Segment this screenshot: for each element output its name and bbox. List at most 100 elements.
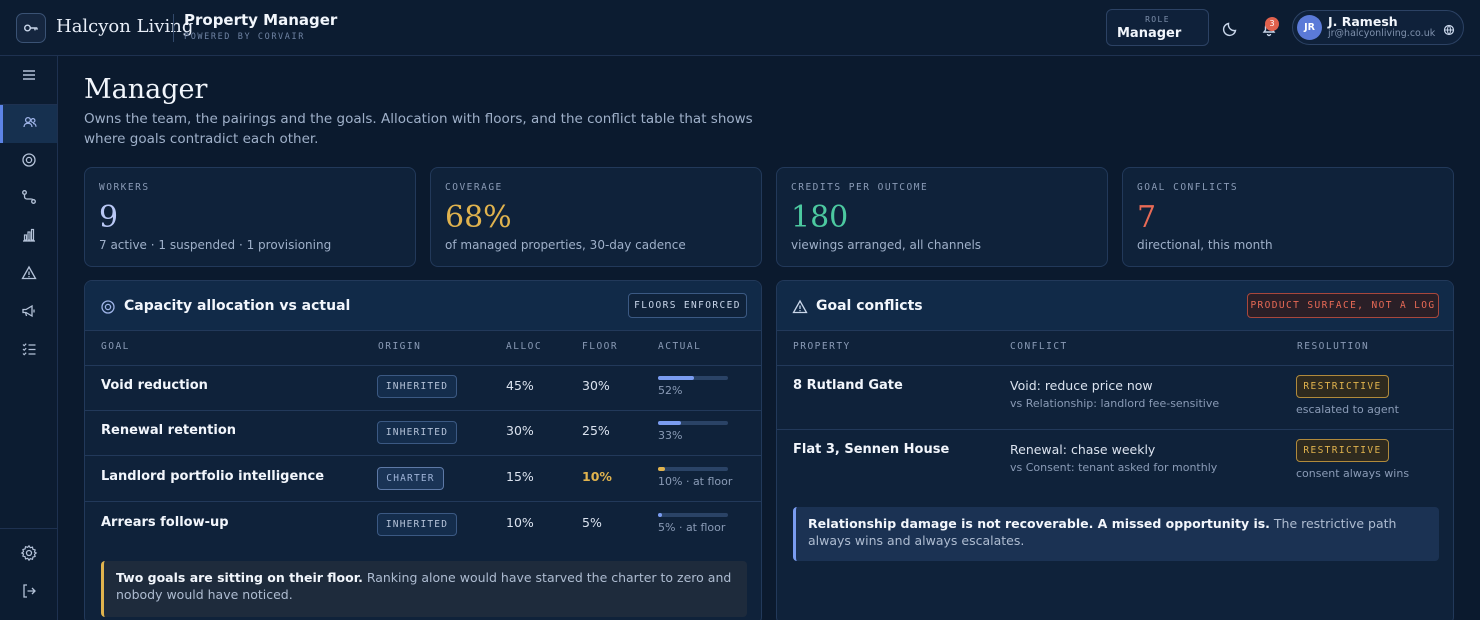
moon-icon[interactable] (1221, 18, 1241, 38)
alloc-value: 45% (506, 378, 534, 393)
floors-enforced-badge: FLOORS ENFORCED (628, 293, 747, 318)
stat-value: 180 (791, 200, 849, 235)
alloc-value: 10% (506, 515, 534, 530)
stat-note: viewings arranged, all channels (791, 238, 982, 252)
stat-value: 9 (99, 200, 119, 235)
sidebar-divider (0, 528, 57, 529)
stat-card-coverage: COVERAGE 68% of managed properties, 30-d… (430, 167, 762, 267)
property-name: 8 Rutland Gate (793, 378, 903, 393)
actual-bar-fill (658, 467, 665, 471)
col-resolution: RESOLUTION (1297, 341, 1370, 352)
stat-label: GOAL CONFLICTS (1137, 182, 1239, 193)
role-selector[interactable]: ROLE Manager (1106, 9, 1209, 46)
sidebar-item-settings[interactable] (0, 536, 57, 574)
origin-chip: CHARTER (377, 467, 444, 490)
col-alloc: ALLOC (506, 341, 543, 352)
key-icon[interactable] (16, 13, 46, 43)
panel-header: Goal conflicts PRODUCT SURFACE, NOT A LO… (777, 281, 1453, 331)
sidebar-item-goals[interactable] (0, 143, 57, 181)
resolution-chip: RESTRICTIVE (1296, 439, 1389, 462)
user-name: J. Ramesh (1328, 14, 1398, 29)
stat-note: directional, this month (1137, 238, 1273, 252)
sidebar-item-campaigns[interactable] (0, 294, 57, 332)
gear-icon (20, 544, 38, 566)
floor-value: 25% (582, 423, 610, 438)
team-icon (22, 114, 38, 134)
floor-value: 30% (582, 378, 610, 393)
actual-bar (658, 513, 728, 517)
col-goal: GOAL (101, 341, 130, 352)
origin-chip: INHERITED (377, 375, 457, 398)
col-floor: FLOOR (582, 341, 619, 352)
role-label: ROLE (1145, 15, 1170, 24)
resolution-note: escalated to agent (1296, 403, 1399, 416)
user-menu[interactable]: JR J. Ramesh jr@halcyonliving.co.uk (1292, 10, 1464, 45)
stat-value: 68% (445, 200, 512, 235)
app-subtitle: POWERED BY CORVAIR (184, 32, 305, 42)
relationship-callout: Relationship damage is not recoverable. … (793, 507, 1439, 561)
stat-note: of managed properties, 30-day cadence (445, 238, 686, 252)
stat-value: 7 (1137, 200, 1157, 235)
row-divider (777, 429, 1453, 430)
panel-title: Capacity allocation vs actual (124, 298, 351, 314)
stat-card-workers: WORKERS 9 7 active · 1 suspended · 1 pro… (84, 167, 416, 267)
col-conflict: CONFLICT (1010, 341, 1068, 352)
row-divider (85, 410, 761, 411)
globe-icon (1443, 21, 1455, 36)
stat-note: 7 active · 1 suspended · 1 provisioning (99, 238, 332, 252)
sidebar (0, 56, 58, 620)
bar-chart-icon (21, 227, 37, 247)
notification-badge: 3 (1265, 17, 1279, 31)
sidebar-item-team[interactable] (0, 105, 57, 143)
sidebar-item-alerts[interactable] (0, 256, 57, 294)
conflict-versus: vs Consent: tenant asked for monthly (1010, 461, 1218, 474)
goal-name: Void reduction (101, 378, 208, 393)
actual-bar-fill (658, 513, 662, 517)
property-name: Flat 3, Sennen House (793, 442, 950, 457)
target-icon (100, 299, 116, 315)
conflict-text: Renewal: chase weekly (1010, 442, 1156, 457)
avatar: JR (1297, 15, 1322, 40)
sidebar-item-logout[interactable] (0, 574, 57, 612)
col-origin: ORIGIN (378, 341, 422, 352)
page-title: Manager (84, 74, 208, 105)
floor-value: 5% (582, 515, 602, 530)
menu-icon[interactable] (0, 56, 57, 94)
stat-label: CREDITS PER OUTCOME (791, 182, 929, 193)
stat-card-conflicts: GOAL CONFLICTS 7 directional, this month (1122, 167, 1454, 267)
app-title: Property Manager (184, 11, 338, 29)
top-bar: Halcyon Living Property Manager POWERED … (0, 0, 1480, 56)
floor-value: 10% (582, 469, 612, 484)
goal-name: Arrears follow-up (101, 515, 229, 530)
role-value: Manager (1117, 26, 1182, 41)
floor-callout: Two goals are sitting on their floor. Ra… (101, 561, 747, 617)
logout-icon (21, 583, 37, 603)
conflict-versus: vs Relationship: landlord fee-sensitive (1010, 397, 1220, 410)
row-divider (85, 455, 761, 456)
sidebar-item-routes[interactable] (0, 180, 57, 218)
sidebar-item-reports[interactable] (0, 218, 57, 256)
origin-chip: INHERITED (377, 421, 457, 444)
panel-header: Capacity allocation vs actual FLOORS ENF… (85, 281, 761, 331)
actual-bar-fill (658, 421, 682, 425)
alloc-value: 15% (506, 469, 534, 484)
conflicts-panel: Goal conflicts PRODUCT SURFACE, NOT A LO… (776, 280, 1454, 620)
row-divider (85, 501, 761, 502)
route-icon (21, 189, 37, 209)
sidebar-item-tasks[interactable] (0, 332, 57, 370)
panel-title: Goal conflicts (816, 298, 923, 314)
col-actual: ACTUAL (658, 341, 702, 352)
resolution-chip: RESTRICTIVE (1296, 375, 1389, 398)
resolution-note: consent always wins (1296, 467, 1410, 480)
conflict-text: Void: reduce price now (1010, 378, 1153, 393)
actual-label: 10% · at floor (658, 475, 733, 488)
product-surface-badge: PRODUCT SURFACE, NOT A LOG (1247, 293, 1439, 318)
goal-name: Landlord portfolio intelligence (101, 469, 325, 484)
table-divider (777, 365, 1453, 366)
allocation-panel: Capacity allocation vs actual FLOORS ENF… (84, 280, 762, 620)
warning-icon (792, 299, 808, 315)
origin-chip: INHERITED (377, 513, 457, 536)
actual-bar-fill (658, 376, 695, 380)
actual-label: 52% (658, 384, 683, 397)
checklist-icon (21, 341, 37, 361)
